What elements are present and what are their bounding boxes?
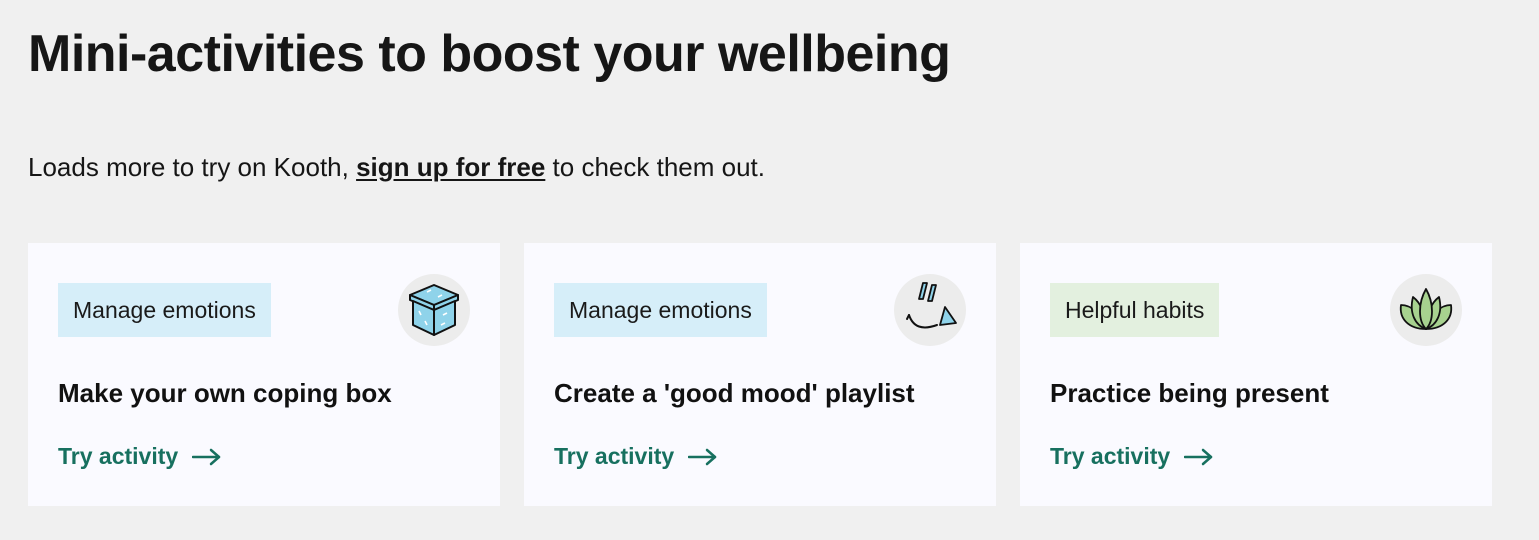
music-smile-icon xyxy=(894,274,966,346)
activity-card-playlist[interactable]: Manage emotions Create a 'good mood' pla… xyxy=(524,243,996,506)
coping-box-icon xyxy=(398,274,470,346)
try-activity-link[interactable]: Try activity xyxy=(1050,443,1214,470)
activity-card-coping-box[interactable]: Manage emotions Make your own coping box… xyxy=(28,243,500,506)
try-activity-label: Try activity xyxy=(58,443,179,469)
intro-text: Loads more to try on Kooth, sign up for … xyxy=(28,150,765,184)
arrow-right-icon xyxy=(688,448,717,465)
try-activity-link[interactable]: Try activity xyxy=(554,443,718,470)
try-activity-label: Try activity xyxy=(554,443,675,469)
intro-text-end: to check them out. xyxy=(545,152,765,182)
activity-cards: Manage emotions Make your own coping box… xyxy=(28,243,1492,506)
category-tag: Manage emotions xyxy=(554,283,767,337)
sign-up-link[interactable]: sign up for free xyxy=(356,152,545,182)
arrow-right-icon xyxy=(192,448,221,465)
try-activity-label: Try activity xyxy=(1050,443,1171,469)
intro-text-start: Loads more to try on Kooth, xyxy=(28,152,357,182)
activity-title: Create a 'good mood' playlist xyxy=(554,378,915,408)
activity-title: Make your own coping box xyxy=(58,378,392,408)
activity-card-present[interactable]: Helpful habits Practice being present Tr… xyxy=(1020,243,1492,506)
activity-title: Practice being present xyxy=(1050,378,1329,408)
page-title: Mini-activities to boost your wellbeing xyxy=(28,25,951,83)
arrow-right-icon xyxy=(1184,448,1213,465)
category-tag: Helpful habits xyxy=(1050,283,1220,337)
try-activity-link[interactable]: Try activity xyxy=(58,443,222,470)
lotus-icon xyxy=(1390,274,1462,346)
category-tag: Manage emotions xyxy=(58,283,271,337)
